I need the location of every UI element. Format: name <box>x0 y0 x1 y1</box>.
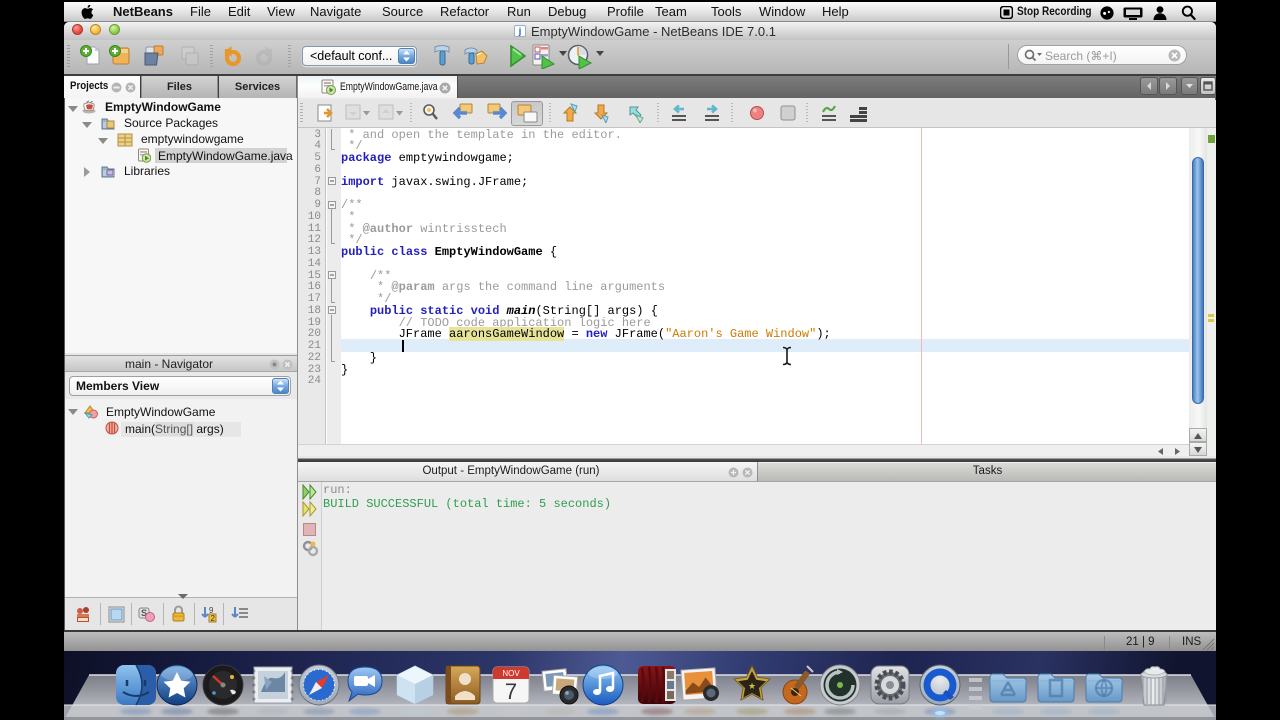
svg-text:NOV: NOV <box>502 669 520 678</box>
svg-text:★: ★ <box>748 681 756 691</box>
svg-text:2: 2 <box>211 614 216 623</box>
svg-text:7: 7 <box>505 679 517 704</box>
